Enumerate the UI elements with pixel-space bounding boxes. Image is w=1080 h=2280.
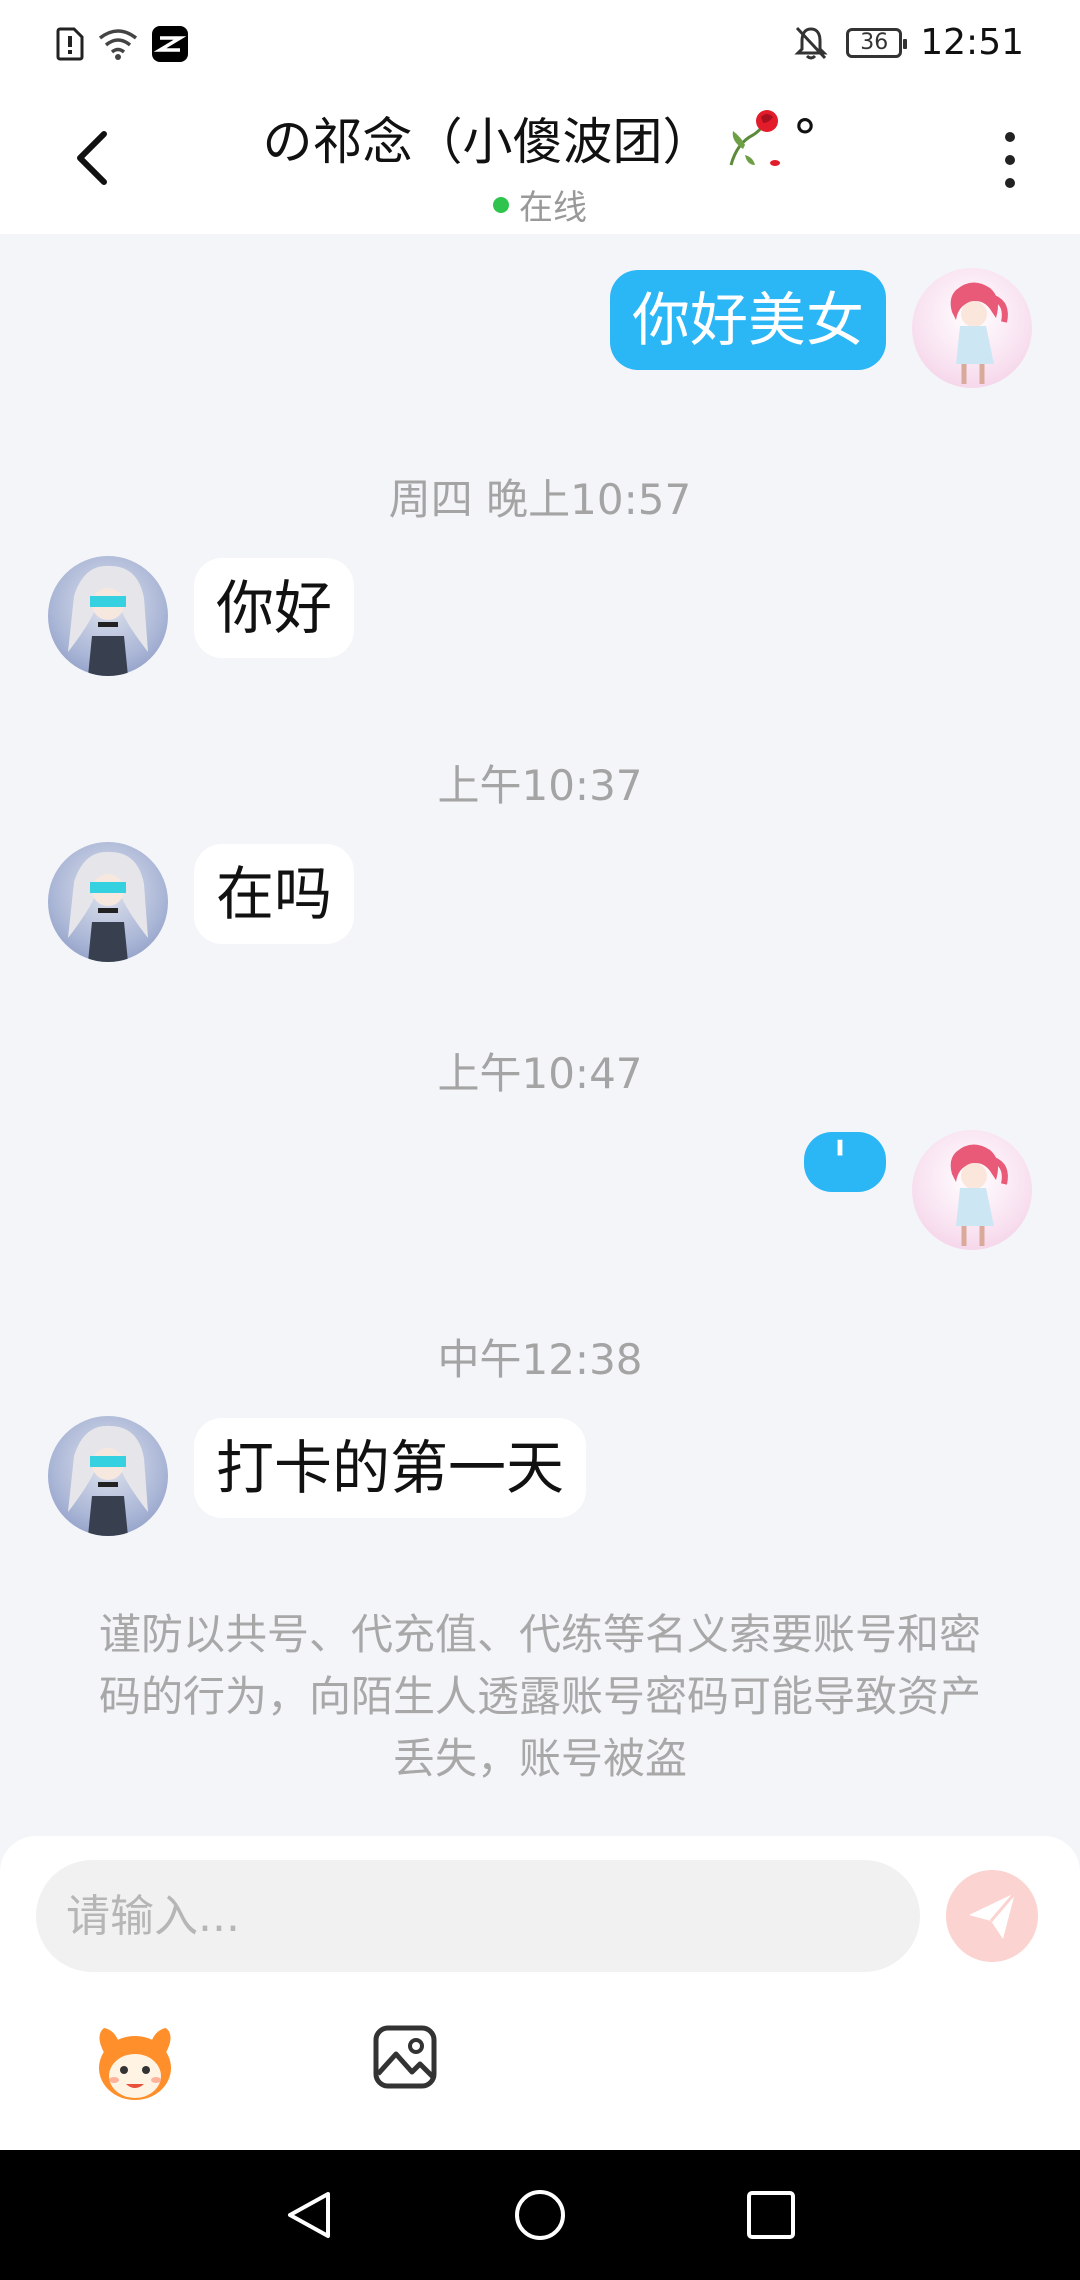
message-row: 打卡的第一天 xyxy=(0,1416,1080,1536)
muted-bell-icon xyxy=(794,26,828,59)
status-bar: 36 12:51 xyxy=(0,0,1080,92)
emoji-button[interactable] xyxy=(90,2022,180,2106)
more-options-button[interactable] xyxy=(990,128,1030,192)
nav-recents-icon[interactable] xyxy=(744,2188,798,2242)
sim-alert-icon xyxy=(56,27,84,61)
message-timestamp: 上午10:47 xyxy=(437,1049,643,1098)
message-timestamp: 上午10:37 xyxy=(437,761,643,810)
more-vertical-icon xyxy=(1005,132,1015,142)
title-area: の祁念（小傻波团） ° 在线 xyxy=(150,102,930,229)
anime-girl-avatar-icon xyxy=(950,1144,1008,1246)
image-button[interactable] xyxy=(372,2024,438,2090)
nav-home-icon[interactable] xyxy=(513,2188,567,2242)
chat-header: の祁念（小傻波团） ° 在线 xyxy=(0,92,1080,234)
page-title: の祁念（小傻波团） ° xyxy=(263,102,818,174)
title-suffix: ° xyxy=(792,109,818,167)
nav-back-icon[interactable] xyxy=(282,2188,336,2242)
message-row: 在吗 xyxy=(0,842,1080,962)
my-avatar[interactable] xyxy=(912,1130,1032,1250)
paper-plane-icon xyxy=(969,1892,1017,1939)
status-icons-left xyxy=(56,26,188,62)
status-icons-right: 36 12:51 xyxy=(794,22,1024,63)
chevron-left-icon xyxy=(77,131,107,185)
send-button[interactable] xyxy=(946,1870,1038,1962)
message-row: ' xyxy=(0,1130,1080,1250)
message-timestamp: 周四 晚上10:57 xyxy=(388,475,692,524)
presence-status: 在线 xyxy=(150,180,930,229)
back-button[interactable] xyxy=(60,126,124,190)
peer-message-bubble[interactable]: 在吗 xyxy=(194,844,355,944)
anime-silver-hair-avatar-icon xyxy=(68,851,148,962)
contact-avatar[interactable] xyxy=(48,1416,168,1536)
safety-notice: 谨防以共号、代充值、代练等名义索要账号和密码的行为，向陌生人透露账号密码可能导致… xyxy=(98,1610,981,1783)
my-message-bubble[interactable]: ' xyxy=(804,1132,886,1192)
online-dot-icon xyxy=(493,196,509,213)
anime-girl-avatar-icon xyxy=(950,282,1008,384)
my-message-bubble[interactable]: 你好美女 xyxy=(609,270,886,370)
contact-avatar[interactable] xyxy=(48,556,168,676)
system-nav-bar xyxy=(0,2150,1080,2280)
clock: 12:51 xyxy=(920,22,1024,63)
wifi-icon xyxy=(98,29,138,60)
presence-label: 在线 xyxy=(519,188,587,228)
rose-icon xyxy=(729,110,780,166)
message-row: 你好 xyxy=(0,556,1080,676)
image-icon xyxy=(373,2025,437,2089)
contact-name: の祁念（小傻波团） xyxy=(262,113,713,171)
contact-avatar[interactable] xyxy=(48,842,168,962)
anime-silver-hair-avatar-icon xyxy=(68,565,148,676)
message-row: 你好美女 xyxy=(0,268,1080,388)
peer-message-bubble[interactable]: 你好 xyxy=(194,558,355,658)
mascot-emoji-icon xyxy=(99,2028,171,2100)
peer-message-bubble[interactable]: 打卡的第一天 xyxy=(194,1418,587,1518)
capcut-app-icon xyxy=(152,26,188,62)
my-avatar[interactable] xyxy=(912,268,1032,388)
message-input[interactable] xyxy=(36,1860,920,1972)
message-timestamp: 中午12:38 xyxy=(437,1335,643,1384)
anime-silver-hair-avatar-icon xyxy=(68,1425,148,1536)
message-composer xyxy=(0,1836,1080,2150)
battery-icon: 36 xyxy=(846,27,908,58)
